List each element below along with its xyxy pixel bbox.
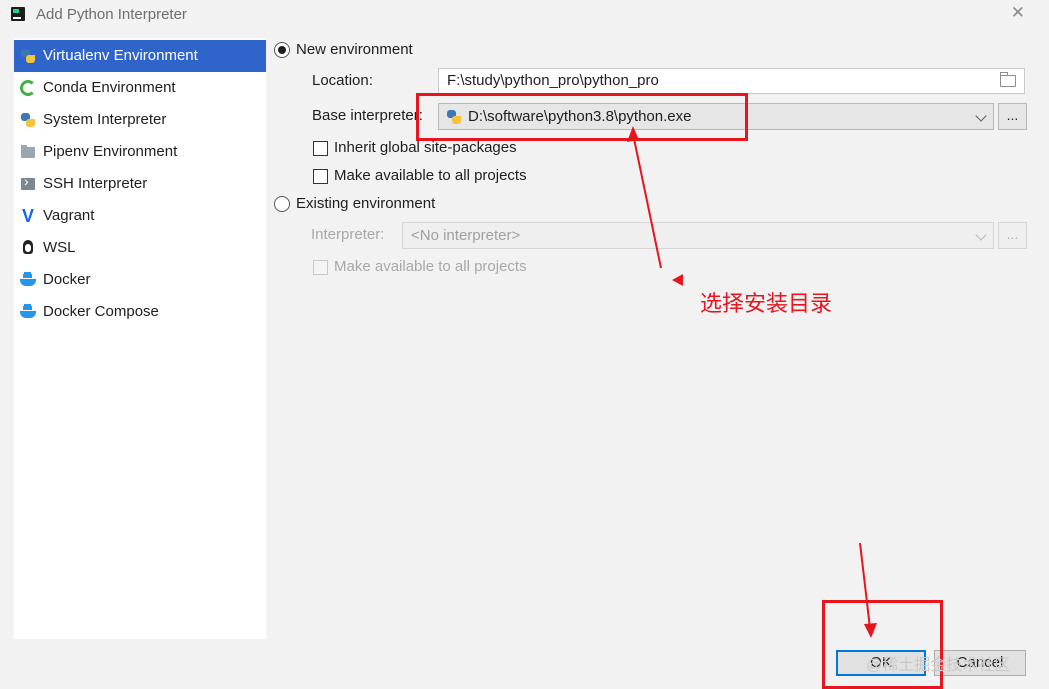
annotation-arrows bbox=[627, 126, 877, 638]
annotation-arrowhead-up bbox=[627, 126, 639, 142]
annotation-arrowhead-down bbox=[864, 623, 877, 638]
annotation-marker bbox=[672, 274, 683, 286]
annotation-arrow-up bbox=[632, 133, 662, 269]
watermark: @稀土掘金技术社区 bbox=[866, 657, 1011, 674]
annotation-arrow-down bbox=[859, 542, 871, 629]
